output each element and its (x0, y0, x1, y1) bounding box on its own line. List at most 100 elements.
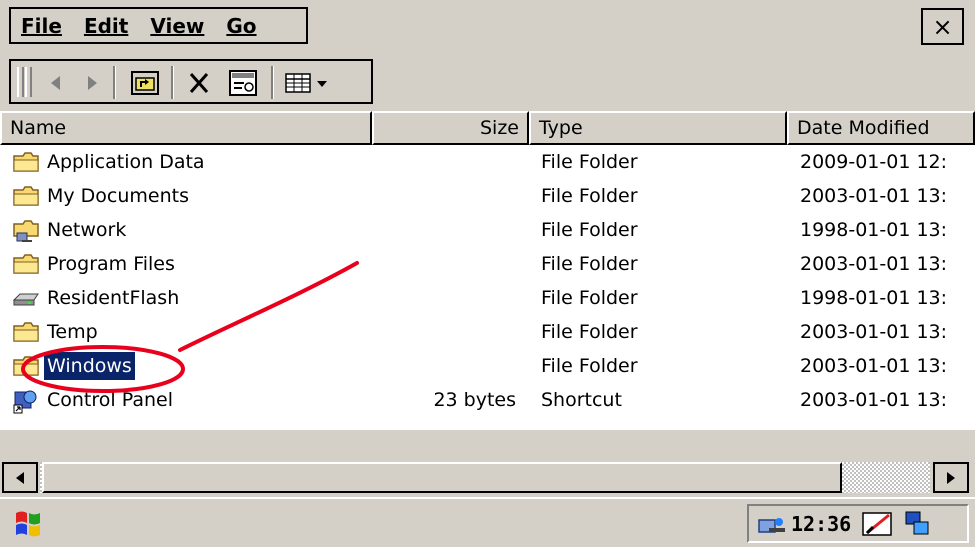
file-type: File Folder (541, 287, 638, 309)
delete-icon (189, 72, 209, 93)
file-row[interactable]: Temp File Folder 2003-01-01 13: (0, 315, 975, 349)
file-date-modified: 1998-01-01 13: (800, 287, 948, 309)
clock[interactable]: 12:36 (791, 512, 851, 536)
file-row[interactable]: My Documents File Folder 2003-01-01 13: (0, 179, 975, 213)
file-name: Windows (44, 352, 135, 380)
forward-button[interactable] (75, 66, 109, 99)
pen-input-icon[interactable] (861, 509, 895, 539)
start-button[interactable] (10, 505, 46, 541)
file-name-cell[interactable]: ResidentFlash (12, 281, 372, 315)
delete-button[interactable] (179, 66, 219, 99)
file-date-modified: 2003-01-01 13: (800, 185, 948, 207)
file-name: Network (47, 219, 127, 241)
back-button[interactable] (39, 66, 73, 99)
file-name: ResidentFlash (47, 287, 180, 309)
file-date-modified: 2003-01-01 13: (800, 321, 948, 343)
file-name: My Documents (47, 185, 190, 207)
folder-icon (12, 148, 40, 176)
file-type: Shortcut (541, 389, 622, 411)
file-row[interactable]: ResidentFlash File Folder 1998-01-01 13: (0, 281, 975, 315)
file-name-cell[interactable]: Application Data (12, 145, 372, 179)
file-name: Control Panel (47, 389, 173, 411)
file-type: File Folder (541, 321, 638, 343)
up-folder-icon (131, 70, 159, 95)
file-name-cell[interactable]: Windows (12, 349, 372, 383)
menu-edit[interactable]: Edit (84, 14, 128, 38)
file-row[interactable]: Network File Folder 1998-01-01 13: (0, 213, 975, 247)
toolbar-separator (171, 66, 174, 99)
menu-file[interactable]: File (21, 14, 62, 38)
scroll-left-button[interactable] (2, 462, 38, 493)
column-header-name[interactable]: Name (0, 111, 372, 145)
drive-icon (12, 284, 40, 312)
file-name-cell[interactable]: Program Files (12, 247, 372, 281)
windows-logo-icon (16, 511, 40, 537)
file-size (372, 281, 516, 315)
properties-icon (229, 69, 257, 96)
file-type: File Folder (541, 253, 638, 275)
column-header-date[interactable]: Date Modified (787, 111, 975, 145)
file-row[interactable]: Program Files File Folder 2003-01-01 13: (0, 247, 975, 281)
view-menu-button[interactable] (281, 66, 339, 99)
file-date-modified: 2003-01-01 13: (800, 389, 948, 411)
folder-icon (12, 352, 40, 380)
horizontal-scrollbar[interactable] (0, 460, 975, 495)
taskbar: 12:36 (0, 497, 975, 547)
file-name: Temp (47, 321, 98, 343)
back-arrow-icon (51, 75, 60, 90)
file-date-modified: 2003-01-01 13: (800, 355, 948, 377)
network-icon (12, 216, 40, 244)
scroll-thumb[interactable] (42, 462, 842, 493)
menu-bar: File Edit View Go × (0, 0, 975, 52)
close-icon: × (932, 12, 953, 41)
menu-view[interactable]: View (150, 14, 204, 38)
arrow-left-icon (16, 471, 24, 484)
file-type: File Folder (541, 151, 638, 173)
file-type: File Folder (541, 355, 638, 377)
file-date-modified: 1998-01-01 13: (800, 219, 948, 241)
column-header-type[interactable]: Type (529, 111, 787, 145)
file-size (372, 179, 516, 213)
toolbar-grip[interactable] (17, 67, 24, 97)
toolbar (0, 52, 975, 114)
system-tray: 12:36 (747, 504, 969, 543)
file-list: Application Data File Folder 2009-01-01 12… (0, 145, 975, 430)
network-connection-icon[interactable] (755, 510, 787, 538)
arrow-right-icon (947, 471, 955, 484)
file-date-modified: 2009-01-01 12: (800, 151, 948, 173)
file-size (372, 349, 516, 383)
file-row[interactable]: Application Data File Folder 2009-01-01 12… (0, 145, 975, 179)
folder-icon (12, 318, 40, 346)
file-size (372, 315, 516, 349)
menu-group: File Edit View Go (9, 7, 308, 44)
file-size: 23 bytes (433, 389, 516, 411)
file-type: File Folder (541, 185, 638, 207)
column-header-size[interactable]: Size (372, 111, 529, 145)
toolbar-separator (271, 66, 274, 99)
view-menu-icon (285, 72, 327, 93)
file-row[interactable]: Control Panel 23 bytes Shortcut 2003-01-01 … (0, 383, 975, 417)
desktop-switch-icon[interactable] (903, 509, 933, 539)
file-size (372, 145, 516, 179)
file-name-cell[interactable]: Temp (12, 315, 372, 349)
menu-go[interactable]: Go (226, 14, 256, 38)
forward-arrow-icon (88, 75, 97, 90)
control-panel-icon (12, 386, 40, 414)
file-size (372, 247, 516, 281)
scroll-right-button[interactable] (933, 462, 969, 493)
file-date-modified: 2003-01-01 13: (800, 253, 948, 275)
file-row[interactable]: Windows File Folder 2003-01-01 13: (0, 349, 975, 383)
file-name-cell[interactable]: Network (12, 213, 372, 247)
file-name: Application Data (47, 151, 205, 173)
file-size (372, 213, 516, 247)
up-folder-button[interactable] (123, 66, 167, 99)
file-name-cell[interactable]: Control Panel (12, 383, 372, 417)
close-button[interactable]: × (921, 8, 964, 45)
file-type: File Folder (541, 219, 638, 241)
properties-button[interactable] (221, 66, 265, 99)
toolbar-grip-2 (25, 67, 32, 97)
file-name-cell[interactable]: My Documents (12, 179, 372, 213)
toolbar-group (9, 59, 373, 104)
folder-icon (12, 250, 40, 278)
folder-icon (12, 182, 40, 210)
